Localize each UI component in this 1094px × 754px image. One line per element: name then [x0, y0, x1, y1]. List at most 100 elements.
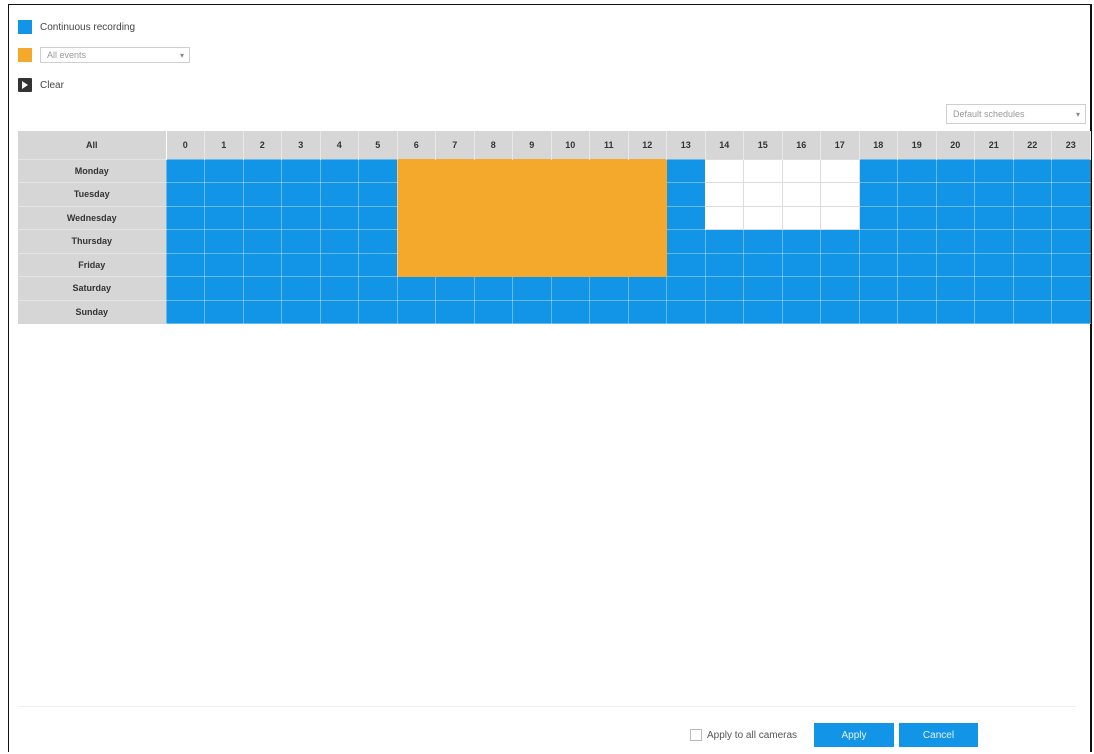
clear-icon[interactable]: [18, 78, 32, 92]
schedule-cell[interactable]: [1012, 158, 1052, 183]
schedule-cell[interactable]: [820, 299, 860, 324]
schedule-cell[interactable]: [319, 158, 359, 183]
schedule-grid[interactable]: All 0 1 2 3 4 5 6 7 8 9 10 11 12 13 14 15 16 17 18 19 20 21 22…: [18, 131, 1091, 324]
schedule-cell[interactable]: [358, 276, 398, 301]
schedule-cell[interactable]: [474, 229, 513, 253]
schedule-cell[interactable]: [935, 205, 975, 230]
schedule-cell[interactable]: [551, 182, 590, 206]
schedule-cell[interactable]: [897, 205, 937, 230]
schedule-cell[interactable]: [512, 253, 551, 277]
schedule-cell[interactable]: [858, 182, 898, 207]
schedule-cell[interactable]: [474, 206, 513, 230]
schedule-cell[interactable]: [589, 299, 629, 324]
legend-continuous[interactable]: Continuous recording: [18, 20, 135, 34]
schedule-cell[interactable]: [1051, 182, 1091, 207]
day-label-wednesday[interactable]: Wednesday: [18, 205, 166, 230]
schedule-cell[interactable]: [435, 276, 475, 301]
schedule-cell[interactable]: [743, 252, 783, 277]
schedule-cell[interactable]: [820, 205, 860, 230]
schedule-cell[interactable]: [242, 182, 282, 207]
hour-header-11[interactable]: 11: [589, 131, 629, 159]
schedule-cell[interactable]: [589, 159, 628, 183]
schedule-cell[interactable]: [358, 252, 398, 277]
hour-header-21[interactable]: 21: [974, 131, 1014, 159]
hour-header-19[interactable]: 19: [897, 131, 937, 159]
schedule-cell[interactable]: [627, 276, 667, 301]
schedule-cell[interactable]: [165, 229, 205, 254]
schedule-cell[interactable]: [435, 159, 474, 183]
hour-header-7[interactable]: 7: [435, 131, 475, 159]
schedule-cell[interactable]: [396, 299, 436, 324]
schedule-cell[interactable]: [1012, 205, 1052, 230]
legend-clear[interactable]: Clear: [18, 78, 64, 92]
schedule-cell[interactable]: [435, 299, 475, 324]
schedule-cell[interactable]: [974, 182, 1014, 207]
schedule-cell[interactable]: [550, 276, 590, 301]
schedule-cell[interactable]: [897, 299, 937, 324]
schedule-cell[interactable]: [858, 299, 898, 324]
hour-header-14[interactable]: 14: [705, 131, 744, 159]
schedule-cell[interactable]: [820, 252, 860, 277]
schedule-cell[interactable]: [781, 276, 821, 301]
hour-header-8[interactable]: 8: [474, 131, 513, 159]
schedule-cell[interactable]: [474, 253, 513, 277]
schedule-cell[interactable]: [281, 158, 321, 183]
schedule-cell[interactable]: [204, 182, 244, 207]
schedule-cell[interactable]: [1051, 252, 1091, 277]
schedule-cell[interactable]: [165, 299, 205, 324]
schedule-cell[interactable]: [242, 229, 282, 254]
schedule-cell[interactable]: [551, 229, 590, 253]
schedule-cell[interactable]: [242, 205, 282, 230]
schedule-cell[interactable]: [512, 182, 551, 206]
cancel-button[interactable]: Cancel: [899, 723, 978, 747]
apply-all-checkbox[interactable]: [690, 729, 702, 741]
schedule-cell[interactable]: [974, 229, 1014, 254]
schedule-cell[interactable]: [743, 229, 783, 254]
schedule-cell[interactable]: [820, 276, 860, 301]
schedule-cell[interactable]: [627, 299, 667, 324]
schedule-cell[interactable]: [743, 276, 783, 301]
schedule-cell[interactable]: [358, 182, 398, 207]
schedule-cell[interactable]: [974, 205, 1014, 230]
schedule-cell[interactable]: [743, 205, 783, 230]
schedule-cell[interactable]: [358, 158, 398, 183]
hour-header-18[interactable]: 18: [859, 131, 898, 159]
schedule-cell[interactable]: [165, 205, 205, 230]
schedule-cell[interactable]: [204, 158, 244, 183]
day-label-sunday[interactable]: Sunday: [18, 299, 166, 324]
schedule-cell[interactable]: [704, 229, 744, 254]
schedule-cell[interactable]: [242, 299, 282, 324]
schedule-cell[interactable]: [974, 158, 1014, 183]
schedule-cell[interactable]: [666, 158, 706, 183]
schedule-cell[interactable]: [897, 276, 937, 301]
schedule-cell[interactable]: [281, 182, 321, 207]
schedule-cell[interactable]: [628, 229, 667, 253]
schedule-cell[interactable]: [704, 299, 744, 324]
hour-header-15[interactable]: 15: [743, 131, 783, 159]
schedule-cell[interactable]: [1051, 205, 1091, 230]
schedule-cell[interactable]: [281, 252, 321, 277]
schedule-cell[interactable]: [820, 182, 860, 207]
schedule-cell[interactable]: [474, 159, 513, 183]
schedule-cell[interactable]: [628, 253, 667, 277]
apply-button[interactable]: Apply: [814, 723, 894, 747]
schedule-cell[interactable]: [435, 182, 474, 206]
schedule-cell[interactable]: [743, 299, 783, 324]
schedule-cell[interactable]: [897, 229, 937, 254]
apply-to-all-cameras[interactable]: Apply to all cameras: [690, 729, 797, 741]
schedule-cell[interactable]: [858, 229, 898, 254]
day-label-thursday[interactable]: Thursday: [18, 229, 166, 253]
schedule-cell[interactable]: [858, 252, 898, 277]
schedule-cell[interactable]: [319, 276, 359, 301]
schedule-cell[interactable]: [1012, 252, 1052, 277]
select-all-cell[interactable]: All: [18, 131, 167, 159]
schedule-cell[interactable]: [935, 252, 975, 277]
hour-header-10[interactable]: 10: [551, 131, 590, 159]
schedule-cell[interactable]: [628, 206, 667, 230]
schedule-cell[interactable]: [242, 158, 282, 183]
schedule-cell[interactable]: [512, 206, 551, 230]
schedule-cell[interactable]: [319, 182, 359, 207]
schedule-template-select[interactable]: Default schedules ▾: [946, 104, 1086, 124]
schedule-cell[interactable]: [435, 253, 474, 277]
schedule-cell[interactable]: [319, 252, 359, 277]
